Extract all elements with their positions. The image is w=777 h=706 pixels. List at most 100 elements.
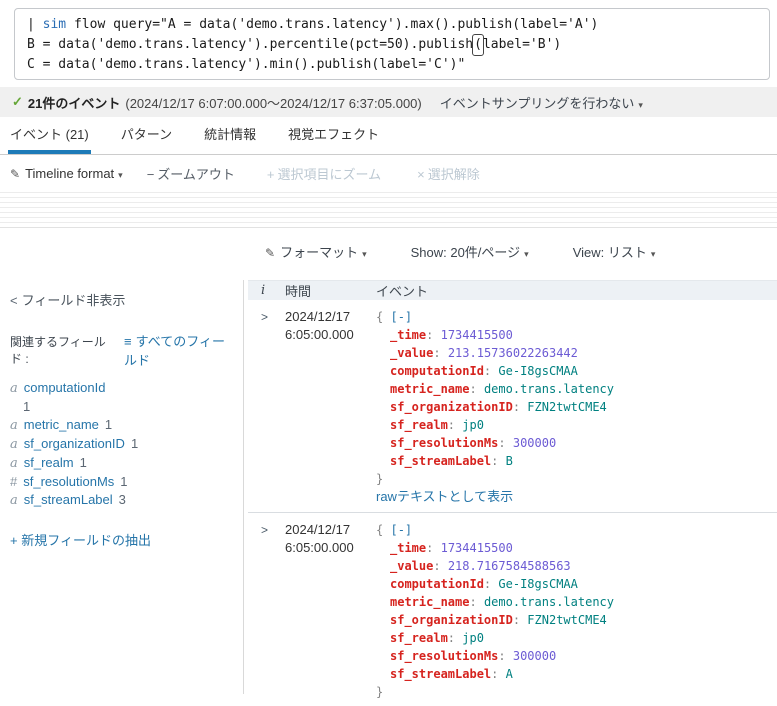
event-time-range: (2024/12/17 6:07:00.000〜2024/12/17 6:37:…	[125, 95, 422, 111]
json-key[interactable]: computationId	[390, 577, 484, 591]
json-key[interactable]: sf_organizationID	[390, 400, 513, 414]
expand-chevron-icon[interactable]: >	[248, 521, 278, 701]
hide-fields-link[interactable]: < フィールド非表示	[10, 290, 235, 309]
json-value[interactable]: jp0	[462, 631, 484, 645]
json-value[interactable]: A	[506, 667, 513, 681]
json-value[interactable]: Ge-I8gsCMAA	[498, 364, 577, 378]
chevron-down-icon: ▾	[524, 248, 529, 259]
json-value[interactable]: 300000	[513, 436, 556, 450]
field-count: 3	[118, 492, 126, 507]
json-key[interactable]: _value	[390, 559, 433, 573]
json-value[interactable]: Ge-I8gsCMAA	[498, 577, 577, 591]
field-name-link[interactable]: sf_streamLabel	[24, 492, 113, 507]
event-row: > 2024/12/17 6:05:00.000 { [-] _time: 17…	[248, 513, 777, 706]
json-key[interactable]: sf_streamLabel	[390, 454, 491, 468]
expand-chevron-icon[interactable]: >	[248, 308, 278, 506]
field-type-icon: a	[10, 418, 18, 433]
field-type-icon: a	[10, 381, 18, 396]
field-item-sf-realm[interactable]: a sf_realm 1	[10, 454, 235, 473]
field-name-link[interactable]: sf_realm	[24, 455, 74, 470]
json-value[interactable]: 213.15736022263442	[448, 346, 578, 360]
json-key[interactable]: metric_name	[390, 595, 469, 609]
field-count: 1	[104, 417, 113, 432]
query-line-2-rest: label='B')	[482, 37, 562, 52]
tab-statistics[interactable]: 統計情報	[202, 117, 258, 154]
json-value[interactable]: demo.trans.latency	[484, 595, 614, 609]
json-value[interactable]: 1734415500	[441, 541, 513, 555]
fields-header-row: 関連するフィールド : ≡ すべてのフィールド	[10, 331, 235, 369]
field-item-sf-organizationID[interactable]: a sf_organizationID 1	[10, 435, 235, 454]
field-name-link[interactable]: sf_organizationID	[24, 436, 125, 451]
query-line-3-text: C = data('demo.trans.latency').min().pub…	[27, 57, 466, 72]
chevron-down-icon: ▾	[650, 248, 656, 259]
json-key[interactable]: sf_resolutionMs	[390, 436, 498, 450]
json-key[interactable]: sf_resolutionMs	[390, 649, 498, 663]
json-value[interactable]: 1734415500	[441, 328, 513, 342]
query-line-2-text: B = data('demo.trans.latency').percentil…	[27, 37, 474, 52]
json-key[interactable]: computationId	[390, 364, 484, 378]
chevron-down-icon: ▾	[118, 170, 123, 180]
timeline-format-dropdown[interactable]: ✎ Timeline format ▾	[10, 166, 123, 181]
collapse-link[interactable]: [-]	[390, 310, 412, 324]
event-count-bar: ✓ 21件のイベント (2024/12/17 6:07:00.000〜2024/…	[0, 87, 777, 117]
related-fields-label: 関連するフィールド :	[10, 335, 106, 366]
json-value[interactable]: jp0	[462, 418, 484, 432]
tab-events[interactable]: イベント (21)	[8, 117, 91, 154]
event-sampling-dropdown[interactable]: イベントサンプリングを行わない ▾	[440, 93, 643, 112]
minus-icon: −	[146, 167, 155, 182]
app-root: { "query": { "pipe": "| ", "command": "s…	[0, 8, 777, 706]
table-header: i 時間 イベント	[248, 280, 777, 300]
open-brace: {	[376, 523, 384, 537]
json-value[interactable]: demo.trans.latency	[484, 382, 614, 396]
view-dropdown[interactable]: View: リスト ▾	[573, 242, 656, 261]
format-dropdown[interactable]: ✎ フォーマット ▾	[265, 242, 367, 261]
json-key[interactable]: sf_realm	[390, 418, 448, 432]
per-page-dropdown[interactable]: Show: 20件/ページ ▾	[411, 242, 529, 261]
event-time-cell: 2024/12/17 6:05:00.000	[285, 522, 354, 555]
show-as-raw-text-link[interactable]: rawテキストとして表示	[376, 488, 777, 506]
field-name-link[interactable]: metric_name	[24, 417, 99, 432]
field-count: 1	[79, 455, 87, 470]
json-value[interactable]: B	[506, 454, 513, 468]
json-key[interactable]: _value	[390, 346, 433, 360]
deselect-button[interactable]: × 選択解除	[417, 164, 480, 183]
json-value[interactable]: 300000	[513, 649, 556, 663]
tab-patterns[interactable]: パターン	[119, 117, 174, 154]
timeline-toolbar: ✎ Timeline format ▾ − ズームアウト + 選択項目にズーム × 選択解…	[0, 155, 777, 192]
json-value[interactable]: FZN2twtCME4	[527, 400, 606, 414]
all-fields-link[interactable]: ≡ すべてのフィールド	[124, 331, 235, 369]
chevron-left-icon: <	[10, 293, 18, 308]
json-key[interactable]: sf_streamLabel	[390, 667, 491, 681]
field-name-link[interactable]: sf_resolutionMs	[23, 474, 114, 489]
pencil-icon: ✎	[10, 167, 21, 181]
json-key[interactable]: _time	[390, 541, 426, 555]
collapse-link[interactable]: [-]	[390, 523, 412, 537]
json-value[interactable]: 218.7167584588563	[448, 559, 571, 573]
field-item-computationId[interactable]: a computationId	[10, 379, 235, 398]
chevron-down-icon: ▾	[362, 248, 367, 259]
events-table: i 時間 イベント > 2024/12/17 6:05:00.000 { [-]…	[248, 280, 777, 699]
zoom-to-selection-button[interactable]: + 選択項目にズーム	[267, 164, 381, 183]
field-item-metric-name[interactable]: a metric_name 1	[10, 416, 235, 435]
zoom-out-button[interactable]: − ズームアウト	[147, 164, 235, 183]
search-query-editor[interactable]: | sim flow query="A = data('demo.trans.l…	[14, 8, 770, 80]
field-item-sf-resolutionMs[interactable]: # sf_resolutionMs 1	[10, 473, 235, 491]
event-timeline-chart[interactable]	[0, 192, 777, 228]
json-key[interactable]: _time	[390, 328, 426, 342]
query-command: sim	[42, 17, 67, 32]
json-key[interactable]: sf_realm	[390, 631, 448, 645]
event-column-header: イベント	[376, 284, 429, 299]
json-value[interactable]: FZN2twtCME4	[527, 613, 606, 627]
extract-new-fields-link[interactable]: + 新規フィールドの抽出	[10, 530, 235, 549]
field-name-link[interactable]: computationId	[24, 380, 106, 395]
field-item-sf-streamLabel[interactable]: a sf_streamLabel 3	[10, 491, 235, 510]
open-brace: {	[376, 310, 384, 324]
list-format-toolbar: ✎ フォーマット ▾ Show: 20件/ページ ▾ View: リスト ▾	[0, 228, 777, 268]
tab-visualization[interactable]: 視覚エフェクト	[286, 117, 381, 154]
event-count: 21件のイベント	[27, 95, 121, 111]
event-json-cell: { [-] _time: 1734415500 _value: 218.7167…	[376, 523, 614, 699]
field-count: 1	[120, 474, 128, 489]
json-key[interactable]: sf_organizationID	[390, 613, 513, 627]
close-brace: }	[376, 685, 384, 699]
json-key[interactable]: metric_name	[390, 382, 469, 396]
